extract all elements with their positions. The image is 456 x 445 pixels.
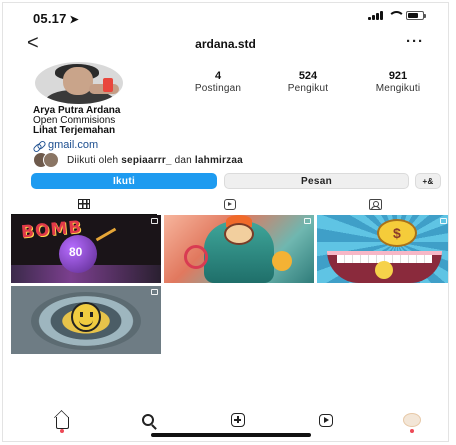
reel-icon bbox=[304, 218, 311, 224]
home-indicator[interactable] bbox=[151, 433, 311, 437]
search-icon bbox=[142, 414, 154, 426]
profile-username: ardana.std bbox=[195, 37, 256, 51]
tagged-icon bbox=[368, 198, 382, 210]
nav-search[interactable] bbox=[137, 409, 159, 431]
more-options-icon[interactable]: ··· bbox=[406, 33, 424, 50]
status-time: 05.17 ➤ bbox=[33, 11, 79, 26]
notification-dot bbox=[410, 429, 414, 433]
reel-icon bbox=[151, 289, 158, 295]
signal-icon bbox=[368, 11, 383, 20]
stat-followers-label: Pengikut bbox=[287, 83, 329, 94]
post-thumbnail[interactable] bbox=[11, 286, 161, 354]
wifi-icon bbox=[388, 11, 405, 20]
post-thumbnail[interactable] bbox=[317, 215, 448, 283]
location-icon: ➤ bbox=[69, 14, 79, 26]
nav-home[interactable] bbox=[51, 409, 73, 433]
stat-posts-label: Postingan bbox=[194, 83, 242, 94]
message-button[interactable]: Pesan bbox=[224, 173, 409, 189]
post-thumbnail[interactable]: BOMB bbox=[11, 215, 161, 283]
stat-posts-value: 4 bbox=[214, 70, 222, 82]
follower-avatar bbox=[43, 152, 59, 168]
tab-grid[interactable] bbox=[11, 194, 157, 215]
bio-link[interactable]: gmail.com bbox=[33, 139, 98, 151]
post-thumbnail[interactable] bbox=[164, 215, 314, 283]
add-user-button[interactable]: +& bbox=[415, 173, 441, 189]
coin-illustration bbox=[377, 219, 417, 247]
grid-icon bbox=[77, 199, 90, 209]
avatar[interactable] bbox=[35, 62, 123, 104]
tab-tagged[interactable] bbox=[302, 194, 448, 214]
tab-reels[interactable] bbox=[157, 194, 303, 214]
profile-bio: Arya Putra Ardana Open Commisions Lihat … bbox=[33, 106, 120, 136]
follow-button[interactable]: Ikuti bbox=[31, 173, 217, 189]
reels-icon bbox=[223, 198, 236, 210]
profile-stats: 4 Postingan 524 Pengikut 921 Mengikuti bbox=[173, 70, 443, 95]
profile-tabs bbox=[11, 194, 448, 215]
stat-following-label: Mengikuti bbox=[375, 83, 421, 94]
battery-icon bbox=[406, 11, 426, 20]
followed-by-text: Diikuti oleh sepiaarrr_ dan lahmirzaa bbox=[67, 154, 243, 166]
profile-avatar-icon bbox=[403, 413, 421, 427]
home-icon bbox=[55, 416, 69, 429]
phone-screen: 05.17 ➤ < ardana.std ··· 4 Postingan 524 … bbox=[2, 2, 449, 442]
stat-followers[interactable]: 524 Pengikut bbox=[263, 70, 353, 95]
status-bar: 05.17 ➤ bbox=[3, 3, 448, 29]
profile-header: < ardana.std ··· bbox=[3, 31, 448, 57]
carousel-icon bbox=[151, 218, 158, 224]
translate-link[interactable]: Lihat Terjemahan bbox=[33, 126, 120, 136]
bomb-illustration bbox=[59, 235, 97, 273]
smiley-illustration bbox=[71, 302, 101, 332]
stat-following-value: 921 bbox=[388, 70, 408, 82]
notification-dot bbox=[60, 429, 64, 433]
nav-profile[interactable] bbox=[401, 409, 423, 433]
reels-icon bbox=[319, 413, 333, 427]
nav-reels[interactable] bbox=[315, 409, 337, 431]
nav-create[interactable] bbox=[227, 409, 249, 431]
profile-actions: Ikuti Pesan +& bbox=[31, 173, 441, 189]
bio-link-text: gmail.com bbox=[48, 139, 99, 151]
stat-followers-value: 524 bbox=[298, 70, 318, 82]
add-post-icon bbox=[231, 413, 245, 427]
stat-posts[interactable]: 4 Postingan bbox=[173, 70, 263, 95]
followed-by[interactable]: Diikuti oleh sepiaarrr_ dan lahmirzaa bbox=[33, 152, 243, 168]
stat-following[interactable]: 921 Mengikuti bbox=[353, 70, 443, 95]
reel-icon bbox=[440, 218, 447, 224]
link-icon bbox=[33, 140, 44, 151]
